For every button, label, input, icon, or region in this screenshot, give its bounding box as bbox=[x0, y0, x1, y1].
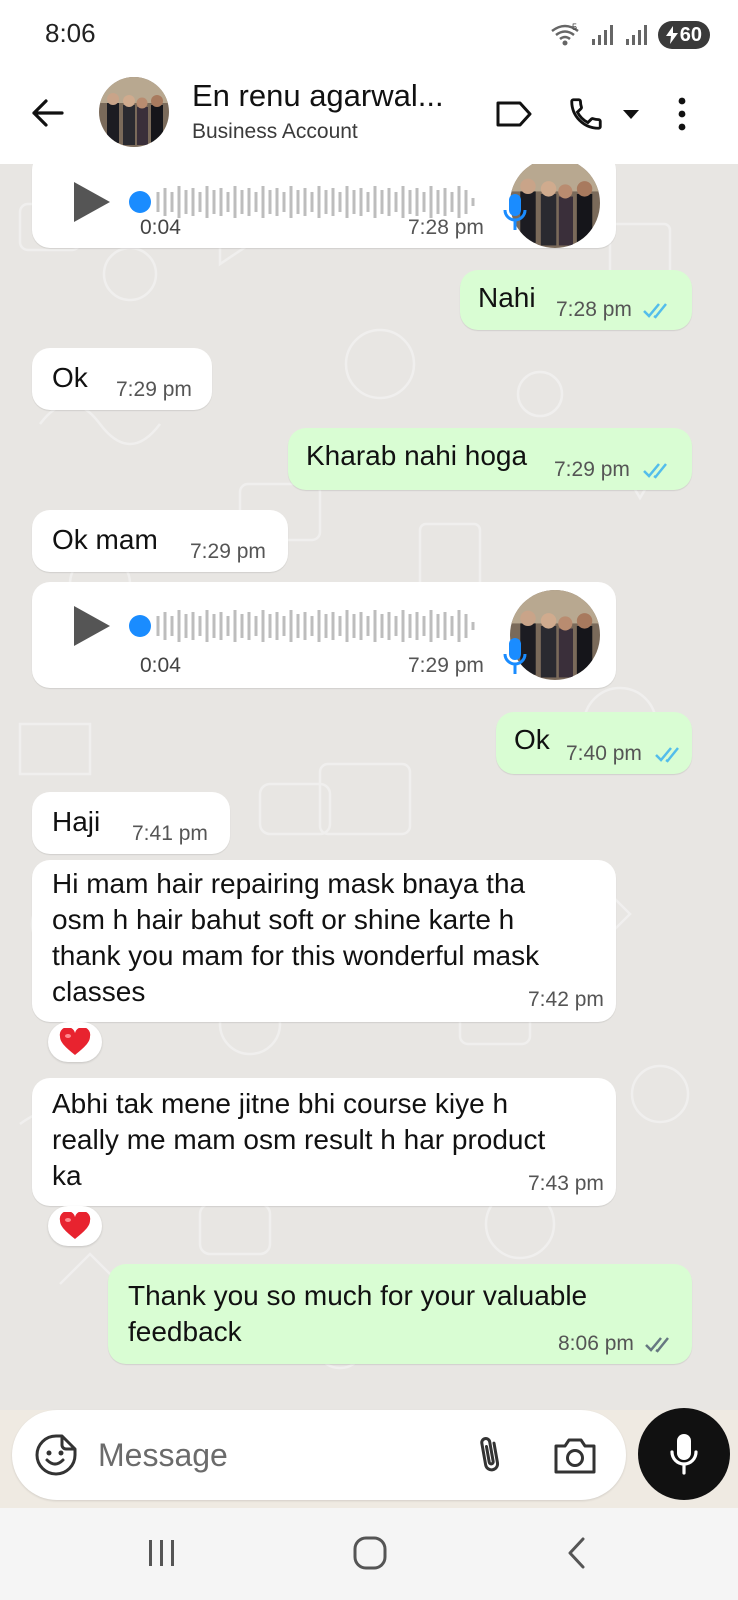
message-text-line: Abhi tak mene jitne bhi course kiye h bbox=[52, 1088, 509, 1119]
back-nav-button[interactable] bbox=[546, 1528, 606, 1578]
voice-duration: 0:04 bbox=[140, 654, 181, 677]
message-text-line: really me mam osm result h har product bbox=[52, 1124, 546, 1155]
voice-message-bubble[interactable]: 0:04 7:28 pm bbox=[32, 164, 616, 248]
message-time: 7:29 pm bbox=[408, 654, 484, 677]
message-time: 7:28 pm bbox=[556, 298, 632, 321]
message-time: 7:28 pm bbox=[408, 216, 484, 239]
mic-badge-icon bbox=[503, 194, 527, 230]
message-text-line: ka bbox=[52, 1160, 82, 1191]
message-text: Ok mam bbox=[52, 524, 158, 555]
voice-duration: 0:04 bbox=[140, 216, 181, 239]
contact-name[interactable]: En renu agarwal... bbox=[192, 78, 444, 114]
label-icon bbox=[496, 101, 532, 127]
recent-apps-icon bbox=[149, 1540, 174, 1566]
sticker-emoji-icon[interactable] bbox=[34, 1433, 78, 1477]
chat-area[interactable]: 0:04 7:28 pm Nahi 7:28 pm Ok 7:29 pm Kha… bbox=[0, 164, 738, 1410]
voice-call-button[interactable] bbox=[562, 88, 610, 140]
call-options-dropdown[interactable] bbox=[616, 88, 646, 140]
message-time: 7:41 pm bbox=[132, 822, 208, 845]
message-time: 7:42 pm bbox=[528, 988, 604, 1011]
message-input-container bbox=[12, 1410, 626, 1500]
message-time: 7:29 pm bbox=[116, 378, 192, 401]
group-photo-avatar bbox=[99, 77, 169, 147]
message-composer bbox=[0, 1408, 738, 1510]
message-text-line: classes bbox=[52, 976, 146, 1007]
charging-bolt-icon bbox=[665, 26, 678, 44]
recent-apps-button[interactable] bbox=[132, 1528, 192, 1578]
message-text: Ok bbox=[514, 724, 550, 755]
system-nav-bar bbox=[0, 1508, 738, 1600]
back-chevron-icon bbox=[568, 1537, 585, 1569]
camera-icon[interactable] bbox=[552, 1434, 598, 1476]
outgoing-message-bubble[interactable]: Thank you so much for your valuable feed… bbox=[108, 1264, 692, 1364]
read-receipt-icon bbox=[655, 747, 679, 763]
message-time: 8:06 pm bbox=[558, 1332, 634, 1355]
battery-indicator: 60 bbox=[657, 21, 710, 49]
read-receipt-icon bbox=[643, 303, 667, 319]
voice-message-bubble[interactable]: 0:04 7:29 pm bbox=[32, 582, 616, 688]
message-text-line: Hi mam hair repairing mask bnaya tha bbox=[52, 868, 526, 899]
wifi-badge: 5 bbox=[572, 22, 577, 32]
status-bar: 8:06 5 60 bbox=[0, 0, 738, 68]
heart-icon bbox=[59, 1028, 91, 1055]
outgoing-message-bubble[interactable]: Kharab nahi hoga 7:29 pm bbox=[288, 428, 692, 490]
message-time: 7:43 pm bbox=[528, 1172, 604, 1195]
more-options-button[interactable] bbox=[664, 88, 700, 140]
read-receipt-icon bbox=[643, 463, 667, 479]
message-text: Ok bbox=[52, 362, 88, 393]
contact-avatar[interactable] bbox=[99, 77, 169, 147]
incoming-message-bubble[interactable]: Ok 7:29 pm bbox=[32, 348, 212, 410]
account-type-label: Business Account bbox=[192, 120, 358, 143]
incoming-message-bubble[interactable]: Hi mam hair repairing mask bnaya tha osm… bbox=[32, 860, 616, 1022]
waveform-graphic[interactable] bbox=[128, 604, 488, 648]
message-input[interactable] bbox=[98, 1430, 458, 1480]
back-arrow-icon bbox=[32, 99, 64, 127]
message-text: Haji bbox=[52, 806, 101, 837]
signal-icon-2 bbox=[625, 25, 647, 45]
message-time: 7:29 pm bbox=[190, 540, 266, 563]
battery-level: 60 bbox=[679, 23, 702, 46]
message-text: Kharab nahi hoga bbox=[306, 440, 528, 471]
label-button[interactable] bbox=[490, 88, 538, 140]
outgoing-message-bubble[interactable]: Ok 7:40 pm bbox=[496, 712, 692, 774]
status-icons: 5 60 bbox=[550, 20, 710, 50]
back-button[interactable] bbox=[24, 90, 70, 136]
message-text-line: thank you mam for this wonderful mask bbox=[52, 940, 540, 971]
signal-icon-1 bbox=[591, 25, 613, 45]
reaction-badge[interactable] bbox=[48, 1022, 102, 1062]
incoming-message-bubble[interactable]: Abhi tak mene jitne bhi course kiye h re… bbox=[32, 1078, 616, 1206]
attach-icon[interactable] bbox=[472, 1432, 508, 1478]
message-text-line: feedback bbox=[128, 1316, 242, 1347]
message-text-line: Thank you so much for your valuable bbox=[128, 1280, 588, 1311]
reaction-badge[interactable] bbox=[48, 1206, 102, 1246]
home-icon bbox=[353, 1536, 387, 1570]
dropdown-icon bbox=[623, 110, 639, 119]
message-time: 7:29 pm bbox=[554, 458, 630, 481]
voice-record-button[interactable] bbox=[638, 1408, 730, 1500]
phone-icon bbox=[570, 98, 602, 130]
incoming-message-bubble[interactable]: Ok mam 7:29 pm bbox=[32, 510, 288, 572]
mic-badge-icon bbox=[503, 638, 527, 674]
play-icon[interactable] bbox=[72, 180, 112, 224]
home-button[interactable] bbox=[340, 1528, 400, 1578]
delivered-receipt-icon bbox=[645, 1337, 669, 1353]
message-text: Nahi bbox=[478, 282, 536, 313]
wifi-icon: 5 bbox=[550, 22, 579, 46]
message-time: 7:40 pm bbox=[566, 742, 642, 765]
status-time: 8:06 bbox=[45, 18, 96, 48]
play-icon[interactable] bbox=[72, 604, 112, 648]
microphone-icon bbox=[670, 1434, 698, 1475]
message-text-line: osm h hair bahut soft or shine karte h bbox=[52, 904, 515, 935]
more-vert-icon bbox=[678, 97, 686, 131]
heart-icon bbox=[59, 1212, 91, 1239]
incoming-message-bubble[interactable]: Haji 7:41 pm bbox=[32, 792, 230, 854]
chat-header: En renu agarwal... Business Account bbox=[0, 68, 738, 164]
outgoing-message-bubble[interactable]: Nahi 7:28 pm bbox=[460, 270, 692, 330]
